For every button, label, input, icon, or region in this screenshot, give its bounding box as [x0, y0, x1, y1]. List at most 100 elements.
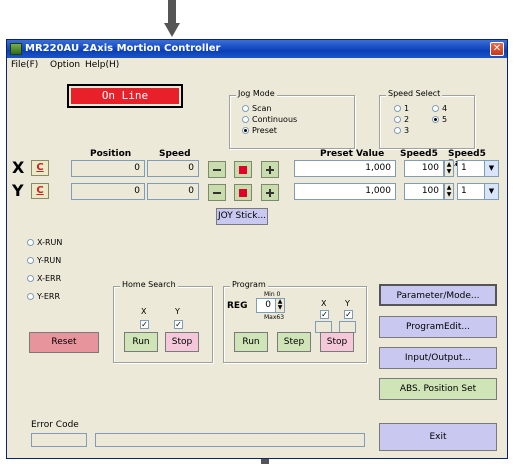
header-speed5: Speed5	[400, 149, 438, 159]
error-code-field	[31, 433, 87, 447]
radio-icon	[394, 127, 401, 134]
radio-icon	[394, 105, 401, 112]
menu-option[interactable]: Option	[50, 60, 80, 70]
online-status-text: On Line	[71, 88, 179, 104]
y-clear-button[interactable]: C	[31, 183, 49, 199]
x-speed5-input[interactable]: 100	[404, 160, 444, 177]
reg-max-label: Max63	[264, 314, 285, 321]
menu-help[interactable]: Help(H)	[85, 60, 119, 70]
program-group: Program Min 0 REG 0 ▲ ▼ Max63 X Y ✓ ✓ Run…	[223, 280, 367, 363]
home-search-label: Home Search	[120, 280, 178, 289]
annotation-arrow-top	[164, 0, 180, 38]
x-jog-plus-button[interactable]	[261, 161, 279, 178]
reg-input[interactable]: 0	[256, 298, 276, 313]
check-icon: ✓	[141, 320, 148, 329]
x-jog-minus-button[interactable]	[208, 161, 226, 178]
speed-select-5[interactable]: 5	[432, 115, 447, 124]
error-code-label: Error Code	[31, 420, 79, 430]
speed-select-group: Speed Select 1 2 3 4 5	[379, 89, 475, 149]
header-position: Position	[90, 149, 132, 159]
y-position-field: 0	[71, 183, 145, 200]
check-icon: ✓	[345, 310, 352, 319]
jog-mode-label: Jog Mode	[236, 89, 277, 98]
app-icon	[10, 43, 22, 55]
y-stop-button[interactable]	[234, 184, 252, 201]
indicator-y-err: Y-ERR	[27, 292, 60, 301]
title-bar[interactable]: MR220AU 2Axis Mortion Controller ✕	[7, 40, 507, 58]
axis-y-label: Y	[12, 181, 24, 200]
y-speed5-input[interactable]: 100	[404, 183, 444, 200]
main-window: MR220AU 2Axis Mortion Controller ✕ File(…	[6, 39, 508, 459]
window-title: MR220AU 2Axis Mortion Controller	[25, 43, 221, 54]
y-speed5-spinner[interactable]: ▲ ▼	[444, 183, 454, 200]
jog-mode-preset[interactable]: Preset	[242, 126, 277, 135]
x-position-field: 0	[71, 160, 145, 177]
speed-select-2[interactable]: 2	[394, 115, 409, 124]
header-speed: Speed	[159, 149, 191, 159]
y-preset-value-input[interactable]: 1,000	[294, 183, 396, 200]
program-label: Program	[230, 280, 268, 289]
radio-icon	[242, 116, 249, 123]
error-message-field	[95, 433, 365, 447]
jog-mode-continuous[interactable]: Continuous	[242, 115, 297, 124]
reg-label: REG	[227, 301, 248, 311]
indicator-y-run: Y-RUN	[27, 256, 61, 265]
input-output-button[interactable]: Input/Output...	[379, 347, 497, 369]
radio-selected-icon	[432, 116, 439, 123]
program-y-checkbox[interactable]: ✓	[344, 310, 353, 319]
online-status: On Line	[67, 84, 183, 108]
program-run-button[interactable]: Run	[234, 332, 268, 352]
program-x-checkbox[interactable]: ✓	[320, 310, 329, 319]
x-preset-value-input[interactable]: 1,000	[294, 160, 396, 177]
reset-button[interactable]: Reset	[29, 332, 99, 353]
reg-min-label: Min 0	[264, 291, 281, 298]
check-icon: ✓	[321, 310, 328, 319]
speed-select-3[interactable]: 3	[394, 126, 409, 135]
reg-spinner[interactable]: ▲ ▼	[275, 298, 285, 313]
close-button[interactable]: ✕	[490, 42, 504, 56]
x-stop-button[interactable]	[234, 161, 252, 178]
radio-icon	[242, 105, 249, 112]
jog-mode-scan[interactable]: Scan	[242, 104, 271, 113]
menu-file[interactable]: File(F)	[11, 60, 38, 70]
abs-position-set-button[interactable]: ABS. Position Set	[379, 378, 497, 400]
home-search-stop-button[interactable]: Stop	[165, 332, 199, 352]
y-speed-field: 0	[147, 183, 199, 200]
y-speed5-rate-select[interactable]: 1 ▼	[457, 183, 499, 200]
home-search-group: Home Search X Y ✓ ✓ Run Stop	[113, 280, 213, 363]
home-search-y-checkbox[interactable]: ✓	[174, 320, 183, 329]
home-search-x-checkbox[interactable]: ✓	[140, 320, 149, 329]
exit-button[interactable]: Exit	[379, 423, 497, 451]
speed-select-4[interactable]: 4	[432, 104, 447, 113]
x-speed-field: 0	[147, 160, 199, 177]
radio-icon	[394, 116, 401, 123]
home-search-x-label: X	[141, 307, 147, 316]
program-y-label: Y	[345, 299, 350, 308]
program-edit-button[interactable]: ProgramEdit...	[379, 316, 497, 338]
minus-icon	[213, 169, 221, 171]
program-x-label: X	[321, 299, 327, 308]
x-speed5-rate-select[interactable]: 1 ▼	[457, 160, 499, 177]
x-clear-button[interactable]: C	[31, 160, 49, 176]
y-jog-minus-button[interactable]	[208, 184, 226, 201]
indicator-lamp-icon	[27, 293, 34, 300]
y-jog-plus-button[interactable]	[261, 184, 279, 201]
home-search-run-button[interactable]: Run	[124, 332, 158, 352]
radio-selected-icon	[242, 127, 249, 134]
jog-mode-group: Jog Mode Scan Continuous Preset	[229, 89, 355, 149]
program-stop-button[interactable]: Stop	[320, 332, 354, 352]
speed-select-1[interactable]: 1	[394, 104, 409, 113]
header-preset-value: Preset Value	[320, 149, 385, 159]
indicator-lamp-icon	[27, 275, 34, 282]
check-icon: ✓	[175, 320, 182, 329]
parameter-mode-button[interactable]: Parameter/Mode...	[379, 284, 497, 306]
chevron-down-icon: ▼	[484, 161, 498, 176]
program-step-button[interactable]: Step	[277, 332, 311, 352]
indicator-lamp-icon	[27, 239, 34, 246]
joy-stick-button[interactable]: JOY Stick...	[216, 208, 268, 225]
x-speed5-spinner[interactable]: ▲ ▼	[444, 160, 454, 177]
minus-icon	[213, 192, 221, 194]
chevron-down-icon: ▼	[484, 184, 498, 199]
menu-bar: File(F) Option Help(H)	[7, 58, 507, 72]
indicator-x-run: X-RUN	[27, 238, 62, 247]
